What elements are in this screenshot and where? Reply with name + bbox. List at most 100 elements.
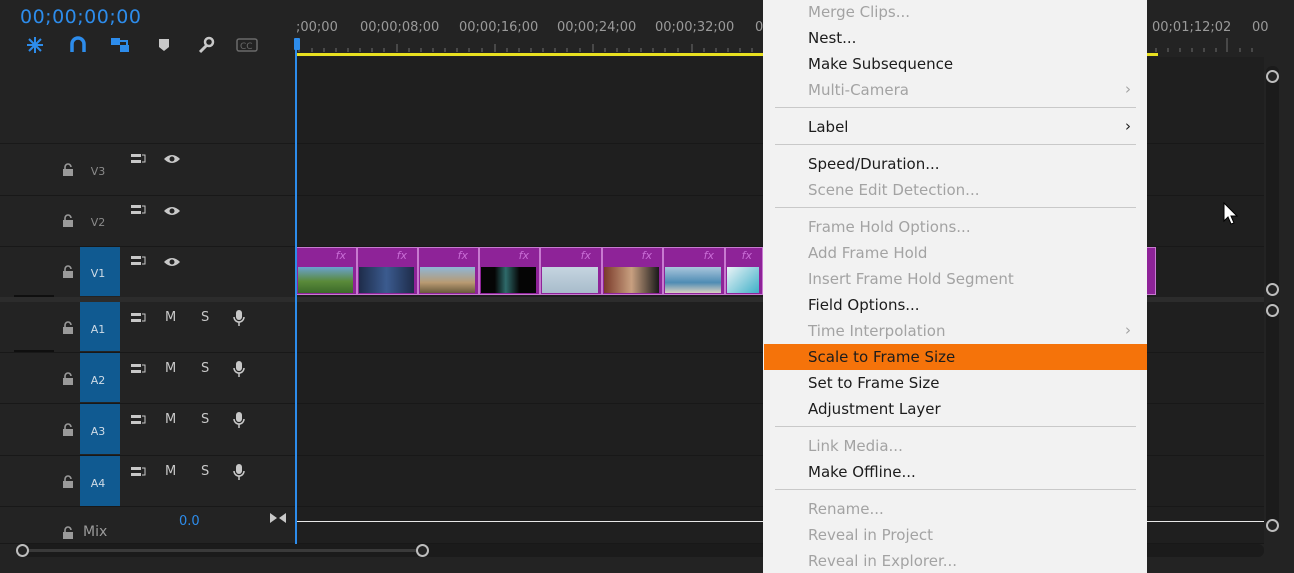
lock-icon[interactable] — [62, 321, 74, 335]
track-name: A3 — [90, 425, 106, 438]
track-name: V3 — [90, 165, 106, 178]
solo-button[interactable]: S — [201, 361, 209, 376]
video-vertical-scrollbar[interactable] — [1266, 66, 1279, 296]
menu-item-scale-to-frame-size[interactable]: Scale to Frame Size — [808, 348, 955, 366]
solo-button[interactable]: S — [201, 412, 209, 427]
lock-icon[interactable] — [62, 265, 74, 279]
horizontal-scroll-thumb[interactable] — [22, 549, 422, 552]
menu-item-insert-frame-hold-segment[interactable]: Insert Frame Hold Segment — [808, 270, 1014, 288]
eye-icon[interactable] — [163, 256, 181, 268]
microphone-icon[interactable] — [232, 309, 246, 327]
video-clip[interactable]: fx — [296, 247, 357, 295]
track-name: A2 — [90, 374, 106, 387]
microphone-icon[interactable] — [232, 360, 246, 378]
video-clip-end[interactable] — [1147, 247, 1156, 295]
microphone-icon[interactable] — [232, 411, 246, 429]
track-header-a4: A4 M S — [0, 456, 296, 507]
sync-lock-icon[interactable] — [130, 254, 146, 268]
menu-item-make-offline[interactable]: Make Offline... — [808, 463, 916, 481]
menu-item-nest[interactable]: Nest... — [808, 29, 856, 47]
track-name: V2 — [90, 216, 106, 229]
clip-thumbnail — [359, 267, 414, 293]
mute-button[interactable]: M — [165, 361, 176, 376]
track-header-a1: A1 M S — [0, 302, 296, 353]
video-clip[interactable]: fx — [725, 247, 763, 295]
video-clip[interactable]: fx — [479, 247, 540, 295]
lock-icon[interactable] — [62, 372, 74, 386]
video-clip[interactable]: fx — [663, 247, 725, 295]
playhead-line[interactable] — [295, 38, 297, 544]
menu-item-link-media[interactable]: Link Media... — [808, 437, 903, 455]
track-name: A1 — [90, 323, 106, 336]
menu-item-merge-clips[interactable]: Merge Clips... — [808, 3, 910, 21]
track-source-indicator — [14, 350, 54, 352]
lock-icon[interactable] — [62, 214, 74, 228]
lock-icon[interactable] — [62, 475, 74, 489]
marker-icon[interactable] — [153, 34, 175, 56]
wrench-icon[interactable] — [195, 34, 217, 56]
timecode-display[interactable]: 00;00;00;00 — [20, 6, 141, 28]
menu-item-reveal-in-explorer[interactable]: Reveal in Explorer... — [808, 552, 957, 570]
lock-icon[interactable] — [62, 526, 74, 540]
scroll-handle-right[interactable] — [416, 544, 429, 557]
eye-icon[interactable] — [163, 205, 181, 217]
ruler-label: 00;00;08;00 — [360, 20, 440, 35]
track-header-empty — [0, 57, 296, 144]
submenu-arrow-icon: › — [1125, 80, 1131, 98]
menu-item-label[interactable]: Label — [808, 118, 848, 136]
sync-lock-icon[interactable] — [130, 311, 146, 325]
menu-item-field-options[interactable]: Field Options... — [808, 296, 920, 314]
context-menu: Merge Clips... Nest... Make Subsequence … — [763, 0, 1147, 573]
menu-item-frame-hold-options[interactable]: Frame Hold Options... — [808, 218, 971, 236]
mute-button[interactable]: M — [165, 464, 176, 479]
clip-thumbnail — [298, 267, 353, 293]
ripple-insert-icon[interactable] — [24, 34, 46, 56]
menu-item-speed-duration[interactable]: Speed/Duration... — [808, 155, 940, 173]
scroll-handle-top[interactable] — [1266, 304, 1279, 317]
menu-item-scene-edit-detection[interactable]: Scene Edit Detection... — [808, 181, 980, 199]
video-clip[interactable]: fx — [357, 247, 418, 295]
scroll-handle-top[interactable] — [1266, 70, 1279, 83]
menu-item-set-to-frame-size[interactable]: Set to Frame Size — [808, 374, 940, 392]
sync-lock-icon[interactable] — [130, 362, 146, 376]
menu-item-make-subsequence[interactable]: Make Subsequence — [808, 55, 953, 73]
mute-button[interactable]: M — [165, 310, 176, 325]
fx-badge: fx — [641, 249, 652, 262]
menu-item-multi-camera[interactable]: Multi-Camera — [808, 81, 909, 99]
track-header-mix: Mix 0.0 — [0, 507, 296, 544]
clip-thumbnail — [665, 267, 721, 293]
scroll-handle-bottom[interactable] — [1266, 519, 1279, 532]
microphone-icon[interactable] — [232, 463, 246, 481]
video-clip[interactable]: fx — [540, 247, 602, 295]
audio-vertical-scrollbar[interactable] — [1266, 302, 1279, 532]
clip-thumbnail — [542, 267, 598, 293]
menu-item-adjustment-layer[interactable]: Adjustment Layer — [808, 400, 941, 418]
sync-lock-icon[interactable] — [130, 465, 146, 479]
menu-item-rename[interactable]: Rename... — [808, 500, 884, 518]
menu-item-add-frame-hold[interactable]: Add Frame Hold — [808, 244, 927, 262]
playhead-handle[interactable] — [294, 38, 300, 50]
menu-separator — [775, 144, 1136, 145]
sync-lock-icon[interactable] — [130, 203, 146, 217]
solo-button[interactable]: S — [201, 310, 209, 325]
sync-lock-icon[interactable] — [130, 413, 146, 427]
menu-item-time-interpolation[interactable]: Time Interpolation — [808, 322, 945, 340]
video-clip[interactable]: fx — [602, 247, 663, 295]
solo-button[interactable]: S — [201, 464, 209, 479]
video-clip[interactable]: fx — [418, 247, 479, 295]
mouse-cursor-icon — [1223, 202, 1239, 225]
eye-icon[interactable] — [163, 153, 181, 165]
snap-magnet-icon[interactable] — [67, 34, 89, 56]
scroll-handle-bottom[interactable] — [1266, 283, 1279, 296]
linked-selection-icon[interactable] — [109, 34, 131, 56]
track-name: V1 — [90, 267, 106, 280]
mute-button[interactable]: M — [165, 412, 176, 427]
captions-icon[interactable]: CC — [236, 34, 258, 56]
scroll-handle-left[interactable] — [16, 544, 29, 557]
sync-lock-icon[interactable] — [130, 152, 146, 166]
mix-pan-icon[interactable] — [269, 512, 287, 524]
lock-icon[interactable] — [62, 423, 74, 437]
menu-item-reveal-in-project[interactable]: Reveal in Project — [808, 526, 933, 544]
lock-icon[interactable] — [62, 163, 74, 177]
mix-volume-value[interactable]: 0.0 — [179, 514, 200, 529]
